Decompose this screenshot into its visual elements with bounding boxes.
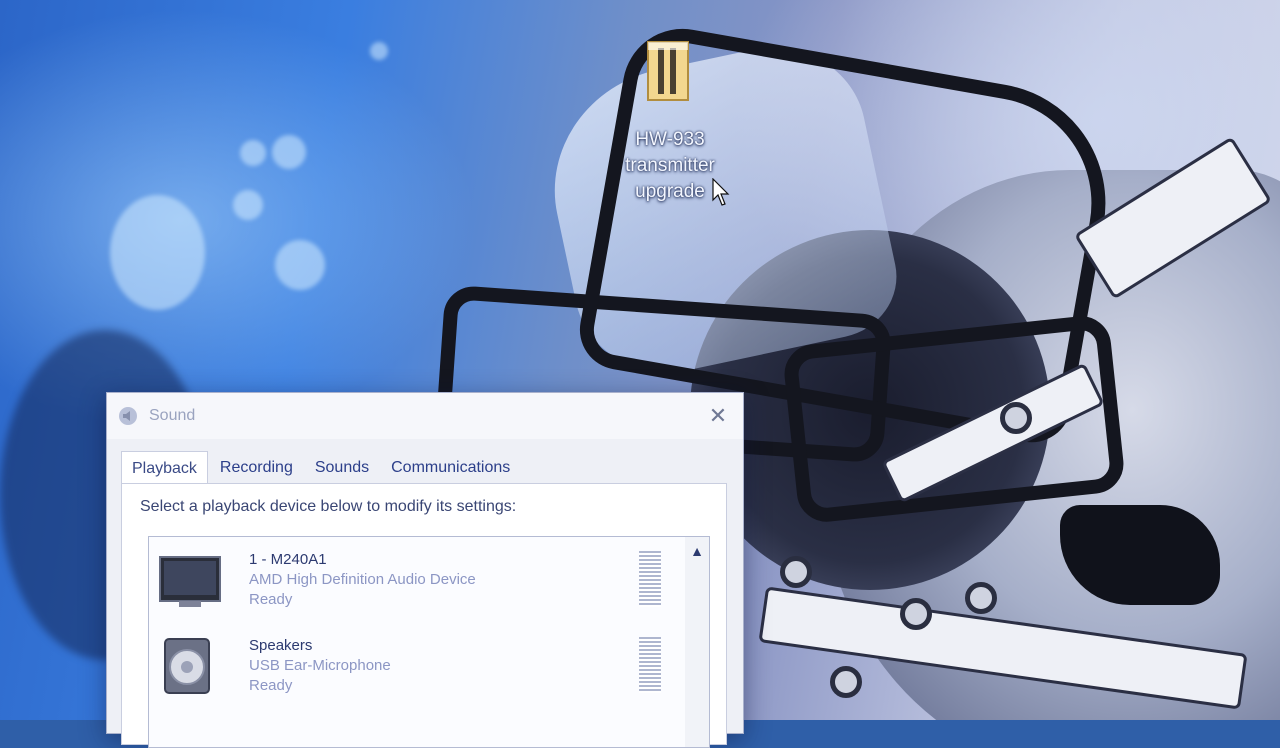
device-name: Speakers xyxy=(249,637,313,654)
device-item-speakers[interactable]: Speakers USB Ear-Microphone Ready xyxy=(157,629,677,709)
helmet-facemask xyxy=(781,313,1127,525)
helmet-rivet xyxy=(780,556,812,588)
bokeh-light xyxy=(370,42,388,60)
sound-dialog: Sound ✕ Playback Recording Sounds Commun… xyxy=(106,392,744,748)
device-name: 1 - M240A1 xyxy=(249,551,327,568)
chevron-up-icon: ▲ xyxy=(690,543,704,559)
scroll-up-button[interactable]: ▲ xyxy=(685,541,709,561)
bokeh-light xyxy=(110,195,205,310)
volume-meter xyxy=(639,637,661,693)
tab-recording[interactable]: Recording xyxy=(210,451,303,483)
device-list-scrollbar[interactable]: ▲ xyxy=(685,537,709,747)
volume-meter xyxy=(639,551,661,607)
document-icon xyxy=(647,41,689,101)
bokeh-light xyxy=(275,240,325,290)
bokeh-light xyxy=(272,135,306,169)
helmet-rivet xyxy=(900,598,932,630)
shortcut-label-line: HW-933 xyxy=(635,129,705,150)
speaker-icon xyxy=(164,638,210,694)
helmet-rivet xyxy=(965,582,997,614)
close-icon: ✕ xyxy=(708,403,728,428)
shortcut-label-line: transmitter xyxy=(625,155,715,176)
device-status: Ready xyxy=(249,677,293,694)
device-description: AMD High Definition Audio Device xyxy=(249,571,476,588)
bokeh-light xyxy=(240,140,266,166)
device-status: Ready xyxy=(249,591,293,608)
device-list[interactable]: 1 - M240A1 AMD High Definition Audio Dev… xyxy=(148,536,710,748)
tab-communications[interactable]: Communications xyxy=(381,451,520,483)
instruction-text: Select a playback device below to modify… xyxy=(140,498,517,515)
helmet-rivet xyxy=(830,666,862,698)
monitor-icon xyxy=(159,556,221,607)
tab-sounds[interactable]: Sounds xyxy=(305,451,379,483)
bokeh-light xyxy=(233,190,263,220)
dialog-title: Sound xyxy=(149,407,196,424)
tab-bar: Playback Recording Sounds Communications xyxy=(121,451,522,483)
tab-playback[interactable]: Playback xyxy=(121,451,208,483)
mouse-cursor-icon xyxy=(712,178,730,206)
device-description: USB Ear-Microphone xyxy=(249,657,391,674)
helmet-rivet xyxy=(1000,402,1032,434)
device-item-m240a1[interactable]: 1 - M240A1 AMD High Definition Audio Dev… xyxy=(157,543,677,623)
sound-app-icon xyxy=(119,407,137,425)
dialog-titlebar[interactable]: Sound ✕ xyxy=(107,393,743,439)
close-button[interactable]: ✕ xyxy=(701,401,735,431)
playback-panel: Select a playback device below to modify… xyxy=(121,483,727,748)
